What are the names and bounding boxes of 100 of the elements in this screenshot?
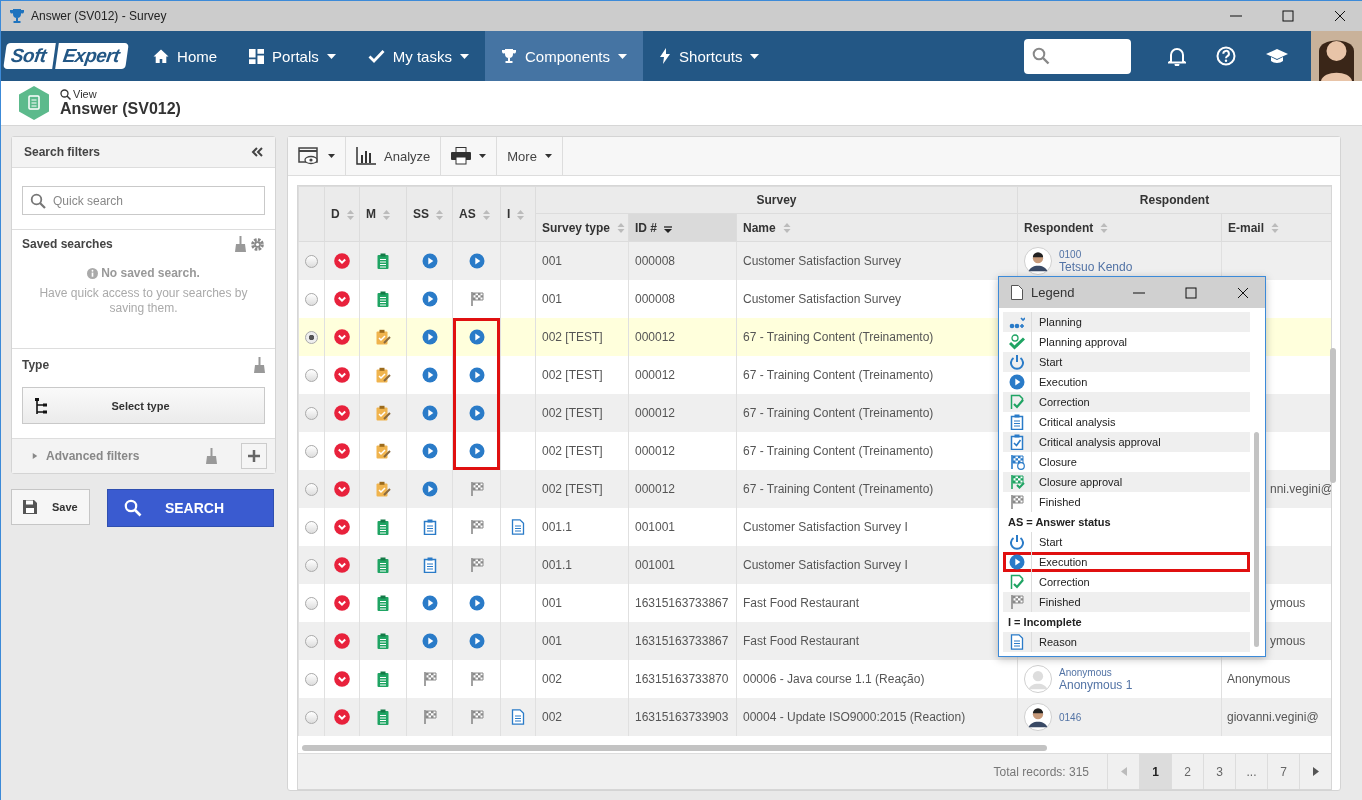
- table-cell: 000012: [635, 482, 676, 496]
- maximize-icon[interactable]: [1185, 286, 1197, 299]
- caret-icon: [328, 154, 335, 158]
- graduation-cap-icon[interactable]: [1266, 48, 1288, 64]
- broom-icon[interactable]: [235, 236, 246, 252]
- column-header[interactable]: I: [500, 186, 536, 242]
- column-header[interactable]: D: [324, 186, 360, 242]
- table-cell: 67 - Training Content (Treinamento): [743, 330, 934, 344]
- column-header[interactable]: Respondent: [1017, 213, 1222, 242]
- more-button[interactable]: More: [497, 137, 563, 175]
- trophy-icon: [500, 48, 517, 64]
- radio-button[interactable]: [305, 331, 318, 345]
- nav-tab[interactable]: Shortcuts: [643, 31, 776, 81]
- respondent-name[interactable]: Tetsuo Kendo: [1059, 259, 1133, 274]
- view-link[interactable]: View: [73, 88, 97, 100]
- legend-heading: AS = Answer status: [1007, 515, 1112, 530]
- tree-icon: [35, 397, 47, 414]
- play-icon: [421, 633, 438, 649]
- table-cell: Customer Satisfaction Survey: [743, 292, 902, 306]
- quick-search-field[interactable]: Quick search: [22, 186, 265, 215]
- table-row[interactable]: 001 000008 Customer Satisfaction Survey 0100 Tetsuo Kendo: [298, 241, 1331, 280]
- radio-button[interactable]: [305, 597, 318, 611]
- search-field[interactable]: [1024, 38, 1131, 74]
- legend-label: Execution: [1039, 556, 1088, 568]
- nav-tab[interactable]: Home: [137, 31, 234, 81]
- clipboard-icon: [375, 253, 391, 269]
- add-button[interactable]: [241, 443, 267, 469]
- window-title: Legend: [1031, 285, 1075, 300]
- table-cell: 001: [542, 634, 563, 648]
- clipboard-icon: [375, 595, 391, 611]
- user-avatar[interactable]: [1311, 31, 1362, 81]
- table-cell: 16315163733867: [635, 634, 729, 648]
- close-icon[interactable]: [1237, 286, 1249, 299]
- settings-icon[interactable]: [250, 236, 265, 252]
- respondent-code: 0146: [1059, 711, 1082, 723]
- nav-tab[interactable]: Portals: [233, 31, 352, 81]
- column-header[interactable]: AS: [452, 186, 501, 242]
- table-cell: 002 [TEST]: [542, 406, 603, 420]
- avatar-icon: [1024, 665, 1052, 693]
- column-header[interactable]: Survey type: [535, 213, 629, 242]
- save-button[interactable]: Save: [11, 489, 90, 525]
- nav-tab[interactable]: Components: [484, 31, 644, 81]
- respondent-name[interactable]: Anonymous 1: [1059, 677, 1133, 692]
- column-header[interactable]: ID #: [628, 213, 737, 242]
- search-icon: [124, 499, 142, 517]
- horizontal-scrollbar[interactable]: [302, 744, 1047, 751]
- bell-icon[interactable]: [1168, 46, 1186, 66]
- table-cell: Customer Satisfaction Survey I: [743, 558, 908, 572]
- radio-button[interactable]: [305, 635, 318, 649]
- play-icon: [421, 481, 438, 497]
- brand-logo[interactable]: Soft Expert: [5, 31, 128, 81]
- vertical-scrollbar[interactable]: [1330, 348, 1336, 483]
- clipboard-check-icon: [1009, 434, 1025, 450]
- table-cell: 002: [542, 710, 563, 724]
- table-row[interactable]: 002 16315163733870 00006 - Java course 1.1 (Reação) Anonymous Anonymous 1 Anonymous: [298, 660, 1331, 698]
- radio-button[interactable]: [305, 293, 318, 307]
- table-cell: Customer Satisfaction Survey: [743, 254, 902, 268]
- radio-button[interactable]: [305, 521, 318, 535]
- power-icon: [1009, 354, 1025, 370]
- clipboard-edit-icon: [375, 405, 391, 421]
- help-icon[interactable]: [1216, 46, 1236, 66]
- clipboard-edit-icon: [375, 367, 391, 383]
- table-row[interactable]: 002 16315163733903 00004 - Update ISO9000:2015 (Reaction) 0146 giovanni.vegini@: [298, 698, 1331, 736]
- column-header[interactable]: M: [359, 186, 407, 242]
- play-icon: [468, 253, 485, 269]
- close-icon[interactable]: [1334, 10, 1346, 22]
- chevron-down-icon: [334, 405, 350, 421]
- page-button[interactable]: 1: [1139, 754, 1171, 789]
- nav-tab[interactable]: My tasks: [351, 31, 485, 81]
- maximize-icon[interactable]: [1282, 10, 1294, 22]
- analyze-button[interactable]: Analyze: [346, 137, 442, 175]
- radio-button[interactable]: [305, 673, 318, 687]
- radio-button[interactable]: [305, 407, 318, 421]
- radio-button[interactable]: [305, 483, 318, 497]
- power-icon: [1009, 534, 1025, 550]
- search-button[interactable]: SEARCH: [107, 489, 274, 527]
- column-header[interactable]: SS: [406, 186, 453, 242]
- column-header[interactable]: Name: [736, 213, 1018, 242]
- column-header[interactable]: E-mail: [1221, 213, 1331, 242]
- table-cell: 001.1: [542, 558, 573, 572]
- radio-button[interactable]: [305, 711, 318, 725]
- table-cell: 67 - Training Content (Treinamento): [743, 482, 934, 496]
- radio-button[interactable]: [305, 369, 318, 383]
- broom-icon[interactable]: [254, 357, 265, 373]
- search-icon: [30, 193, 46, 209]
- radio-button[interactable]: [305, 559, 318, 573]
- table-cell: giovanni.vegini@: [1227, 710, 1319, 724]
- search-icon: [60, 88, 71, 100]
- table-cell: 000008: [635, 254, 676, 268]
- broom-icon[interactable]: [206, 448, 217, 464]
- select-type-button[interactable]: Select type: [22, 387, 265, 424]
- caret-icon[interactable]: [32, 452, 38, 460]
- legend-label: Reason: [1039, 636, 1077, 648]
- play-icon: [468, 595, 485, 611]
- collapse-icon[interactable]: [251, 147, 263, 157]
- radio-button[interactable]: [305, 445, 318, 459]
- chevron-down-icon: [334, 519, 350, 535]
- table-cell: 000012: [635, 368, 676, 382]
- radio-button[interactable]: [305, 255, 318, 269]
- scrollbar[interactable]: [1253, 432, 1259, 647]
